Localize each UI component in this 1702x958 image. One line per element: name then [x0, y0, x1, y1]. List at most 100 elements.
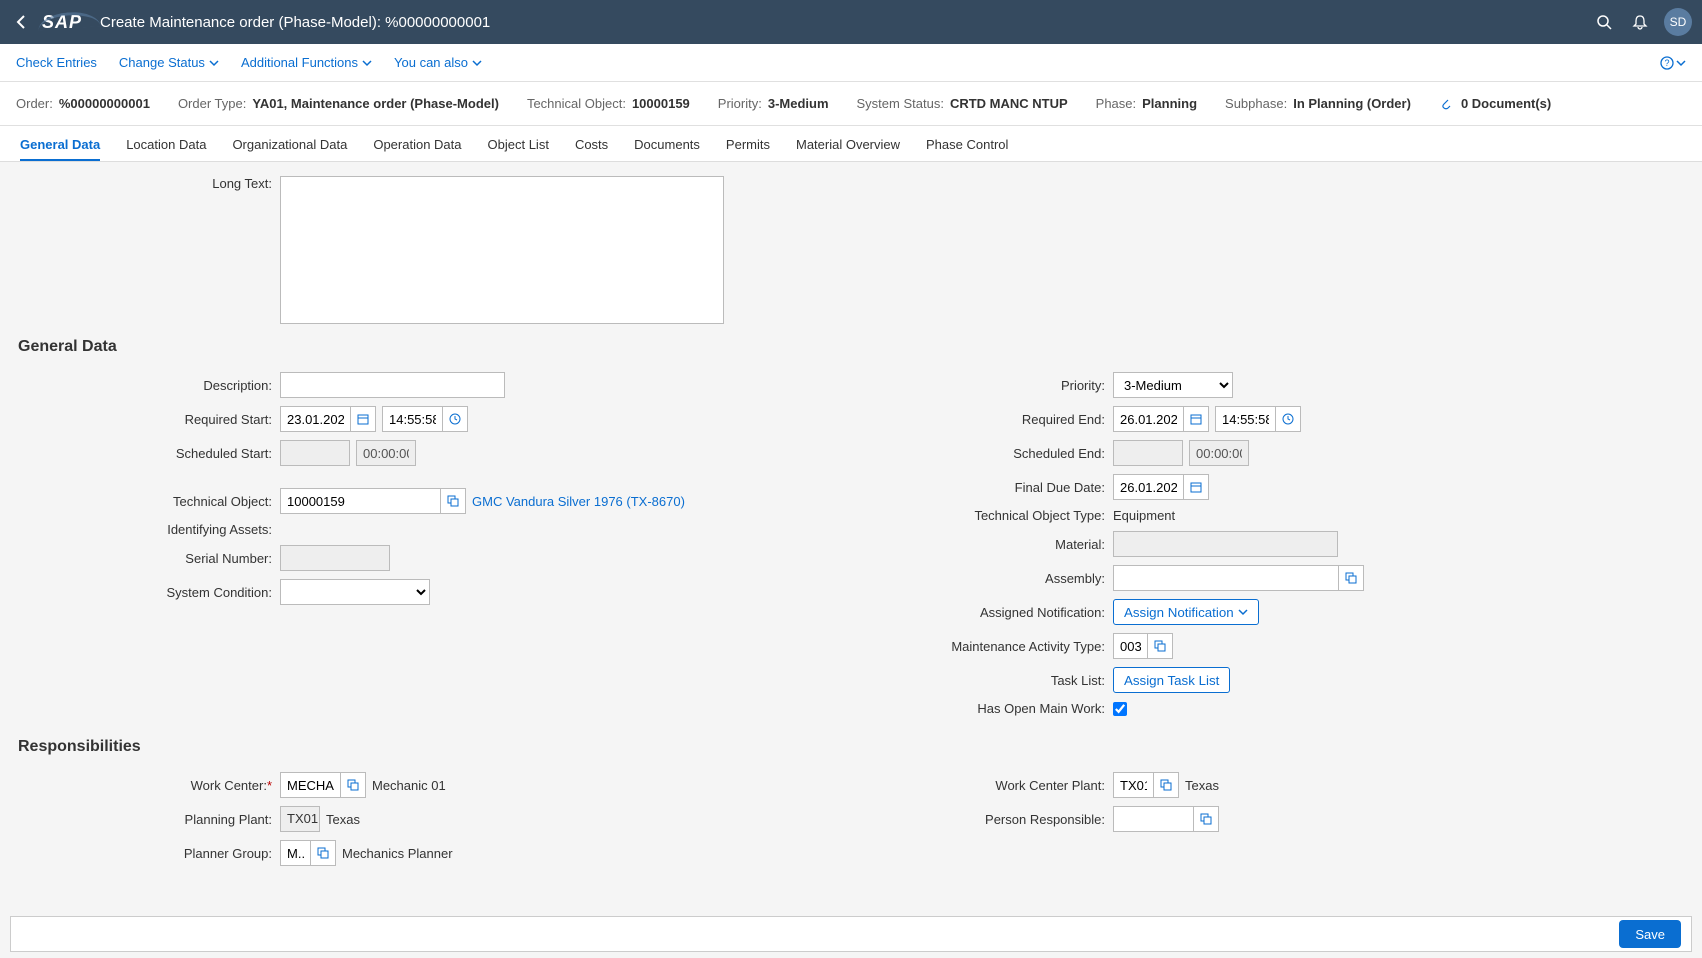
sap-logo: SAP: [42, 12, 82, 33]
help-button[interactable]: ?: [1660, 56, 1686, 70]
required-end-date-input[interactable]: [1113, 406, 1183, 432]
planning-plant-desc: Texas: [326, 812, 360, 827]
scheduled-start-date-input: [280, 440, 350, 466]
maintenance-activity-type-label: Maintenance Activity Type:: [851, 639, 1113, 654]
work-center-desc: Mechanic 01: [372, 778, 446, 793]
value-help-button[interactable]: [1338, 565, 1364, 591]
check-entries-action[interactable]: Check Entries: [16, 55, 97, 70]
tab-permits[interactable]: Permits: [726, 137, 770, 161]
person-responsible-input[interactable]: [1113, 806, 1193, 832]
work-center-plant-desc: Texas: [1185, 778, 1219, 793]
final-due-date-input[interactable]: [1113, 474, 1183, 500]
required-end-time-input[interactable]: [1215, 406, 1275, 432]
planner-group-desc: Mechanics Planner: [342, 846, 453, 861]
value-help-button[interactable]: [440, 488, 466, 514]
order-type-value: YA01, Maintenance order (Phase-Model): [252, 96, 499, 111]
value-help-icon: [1345, 572, 1357, 584]
scheduled-start-time-input: [356, 440, 416, 466]
footer-bar: Save: [10, 916, 1692, 952]
description-input[interactable]: [280, 372, 505, 398]
change-status-label: Change Status: [119, 55, 205, 70]
planning-plant-label: Planning Plant:: [18, 812, 280, 827]
order-label: Order:: [16, 96, 53, 111]
system-condition-label: System Condition:: [18, 585, 280, 600]
has-open-main-work-checkbox[interactable]: [1113, 702, 1127, 716]
back-button[interactable]: [10, 10, 34, 34]
search-button[interactable]: [1590, 8, 1618, 36]
section-responsibilities-title: Responsibilities: [18, 738, 1684, 756]
section-general-data-title: General Data: [18, 338, 1684, 356]
assign-task-list-button[interactable]: Assign Task List: [1113, 667, 1230, 693]
scheduled-end-label: Scheduled End:: [851, 446, 1113, 461]
user-avatar[interactable]: SD: [1664, 8, 1692, 36]
task-list-label: Task List:: [851, 673, 1113, 688]
page-title: Create Maintenance order (Phase-Model): …: [100, 14, 490, 31]
tab-bar: General Data Location Data Organizationa…: [0, 126, 1702, 162]
description-label: Description:: [18, 378, 280, 393]
serial-number-label: Serial Number:: [18, 551, 280, 566]
scheduled-end-date-input: [1113, 440, 1183, 466]
planner-group-input[interactable]: [280, 840, 310, 866]
long-text-input[interactable]: [280, 176, 724, 324]
notifications-button[interactable]: [1626, 8, 1654, 36]
calendar-icon: [357, 413, 369, 425]
work-center-plant-input[interactable]: [1113, 772, 1153, 798]
required-end-label: Required End:: [851, 412, 1113, 427]
chevron-down-icon: [472, 58, 482, 68]
priority-label: Priority:: [718, 96, 762, 111]
you-can-also-label: You can also: [394, 55, 468, 70]
value-help-button[interactable]: [1153, 772, 1179, 798]
date-picker-button[interactable]: [1183, 474, 1209, 500]
tab-material-overview[interactable]: Material Overview: [796, 137, 900, 161]
chevron-down-icon: [209, 58, 219, 68]
priority-select[interactable]: 3-Medium: [1113, 372, 1233, 398]
change-status-action[interactable]: Change Status: [119, 55, 219, 70]
time-picker-button[interactable]: [442, 406, 468, 432]
value-help-button[interactable]: [1147, 633, 1173, 659]
value-help-button[interactable]: [310, 840, 336, 866]
additional-functions-label: Additional Functions: [241, 55, 358, 70]
tab-location-data[interactable]: Location Data: [126, 137, 206, 161]
tab-general-data[interactable]: General Data: [20, 137, 100, 161]
additional-functions-action[interactable]: Additional Functions: [241, 55, 372, 70]
tab-phase-control[interactable]: Phase Control: [926, 137, 1008, 161]
phase-value: Planning: [1142, 96, 1197, 111]
work-center-label: Work Center:*: [18, 778, 280, 793]
timect-picker-button[interactable]: [1275, 406, 1301, 432]
technical-object-link[interactable]: GMC Vandura Silver 1976 (TX-8670): [472, 494, 685, 509]
assign-notification-button[interactable]: Assign Notification: [1113, 599, 1259, 625]
svg-text:?: ?: [1664, 58, 1669, 68]
you-can-also-action[interactable]: You can also: [394, 55, 482, 70]
date-picker-button[interactable]: [1183, 406, 1209, 432]
date-picker-button[interactable]: [350, 406, 376, 432]
technical-object-input[interactable]: [280, 488, 440, 514]
system-status-label: System Status:: [857, 96, 944, 111]
priority-value: 3-Medium: [768, 96, 829, 111]
tab-organizational-data[interactable]: Organizational Data: [232, 137, 347, 161]
documents-link[interactable]: 0 Document(s): [1439, 96, 1551, 111]
maintenance-activity-type-input[interactable]: [1113, 633, 1147, 659]
chevron-down-icon: [1676, 58, 1686, 68]
chevron-down-icon: [362, 58, 372, 68]
tab-object-list[interactable]: Object List: [488, 137, 549, 161]
scheduled-start-label: Scheduled Start:: [18, 446, 280, 461]
order-type-label: Order Type:: [178, 96, 246, 111]
tab-costs[interactable]: Costs: [575, 137, 608, 161]
tab-operation-data[interactable]: Operation Data: [373, 137, 461, 161]
assembly-input[interactable]: [1113, 565, 1338, 591]
required-start-time-input[interactable]: [382, 406, 442, 432]
material-input: [1113, 531, 1338, 557]
work-center-input[interactable]: [280, 772, 340, 798]
save-button[interactable]: Save: [1619, 920, 1681, 948]
value-help-icon: [1154, 640, 1166, 652]
required-start-date-input[interactable]: [280, 406, 350, 432]
attachment-icon: [1439, 97, 1451, 111]
value-help-icon: [317, 847, 329, 859]
info-bar: Order:%00000000001 Order Type:YA01, Main…: [0, 82, 1702, 126]
assembly-label: Assembly:: [851, 571, 1113, 586]
work-center-plant-label: Work Center Plant:: [851, 778, 1113, 793]
value-help-button[interactable]: [340, 772, 366, 798]
tab-documents[interactable]: Documents: [634, 137, 700, 161]
value-help-button[interactable]: [1193, 806, 1219, 832]
system-condition-select[interactable]: [280, 579, 430, 605]
